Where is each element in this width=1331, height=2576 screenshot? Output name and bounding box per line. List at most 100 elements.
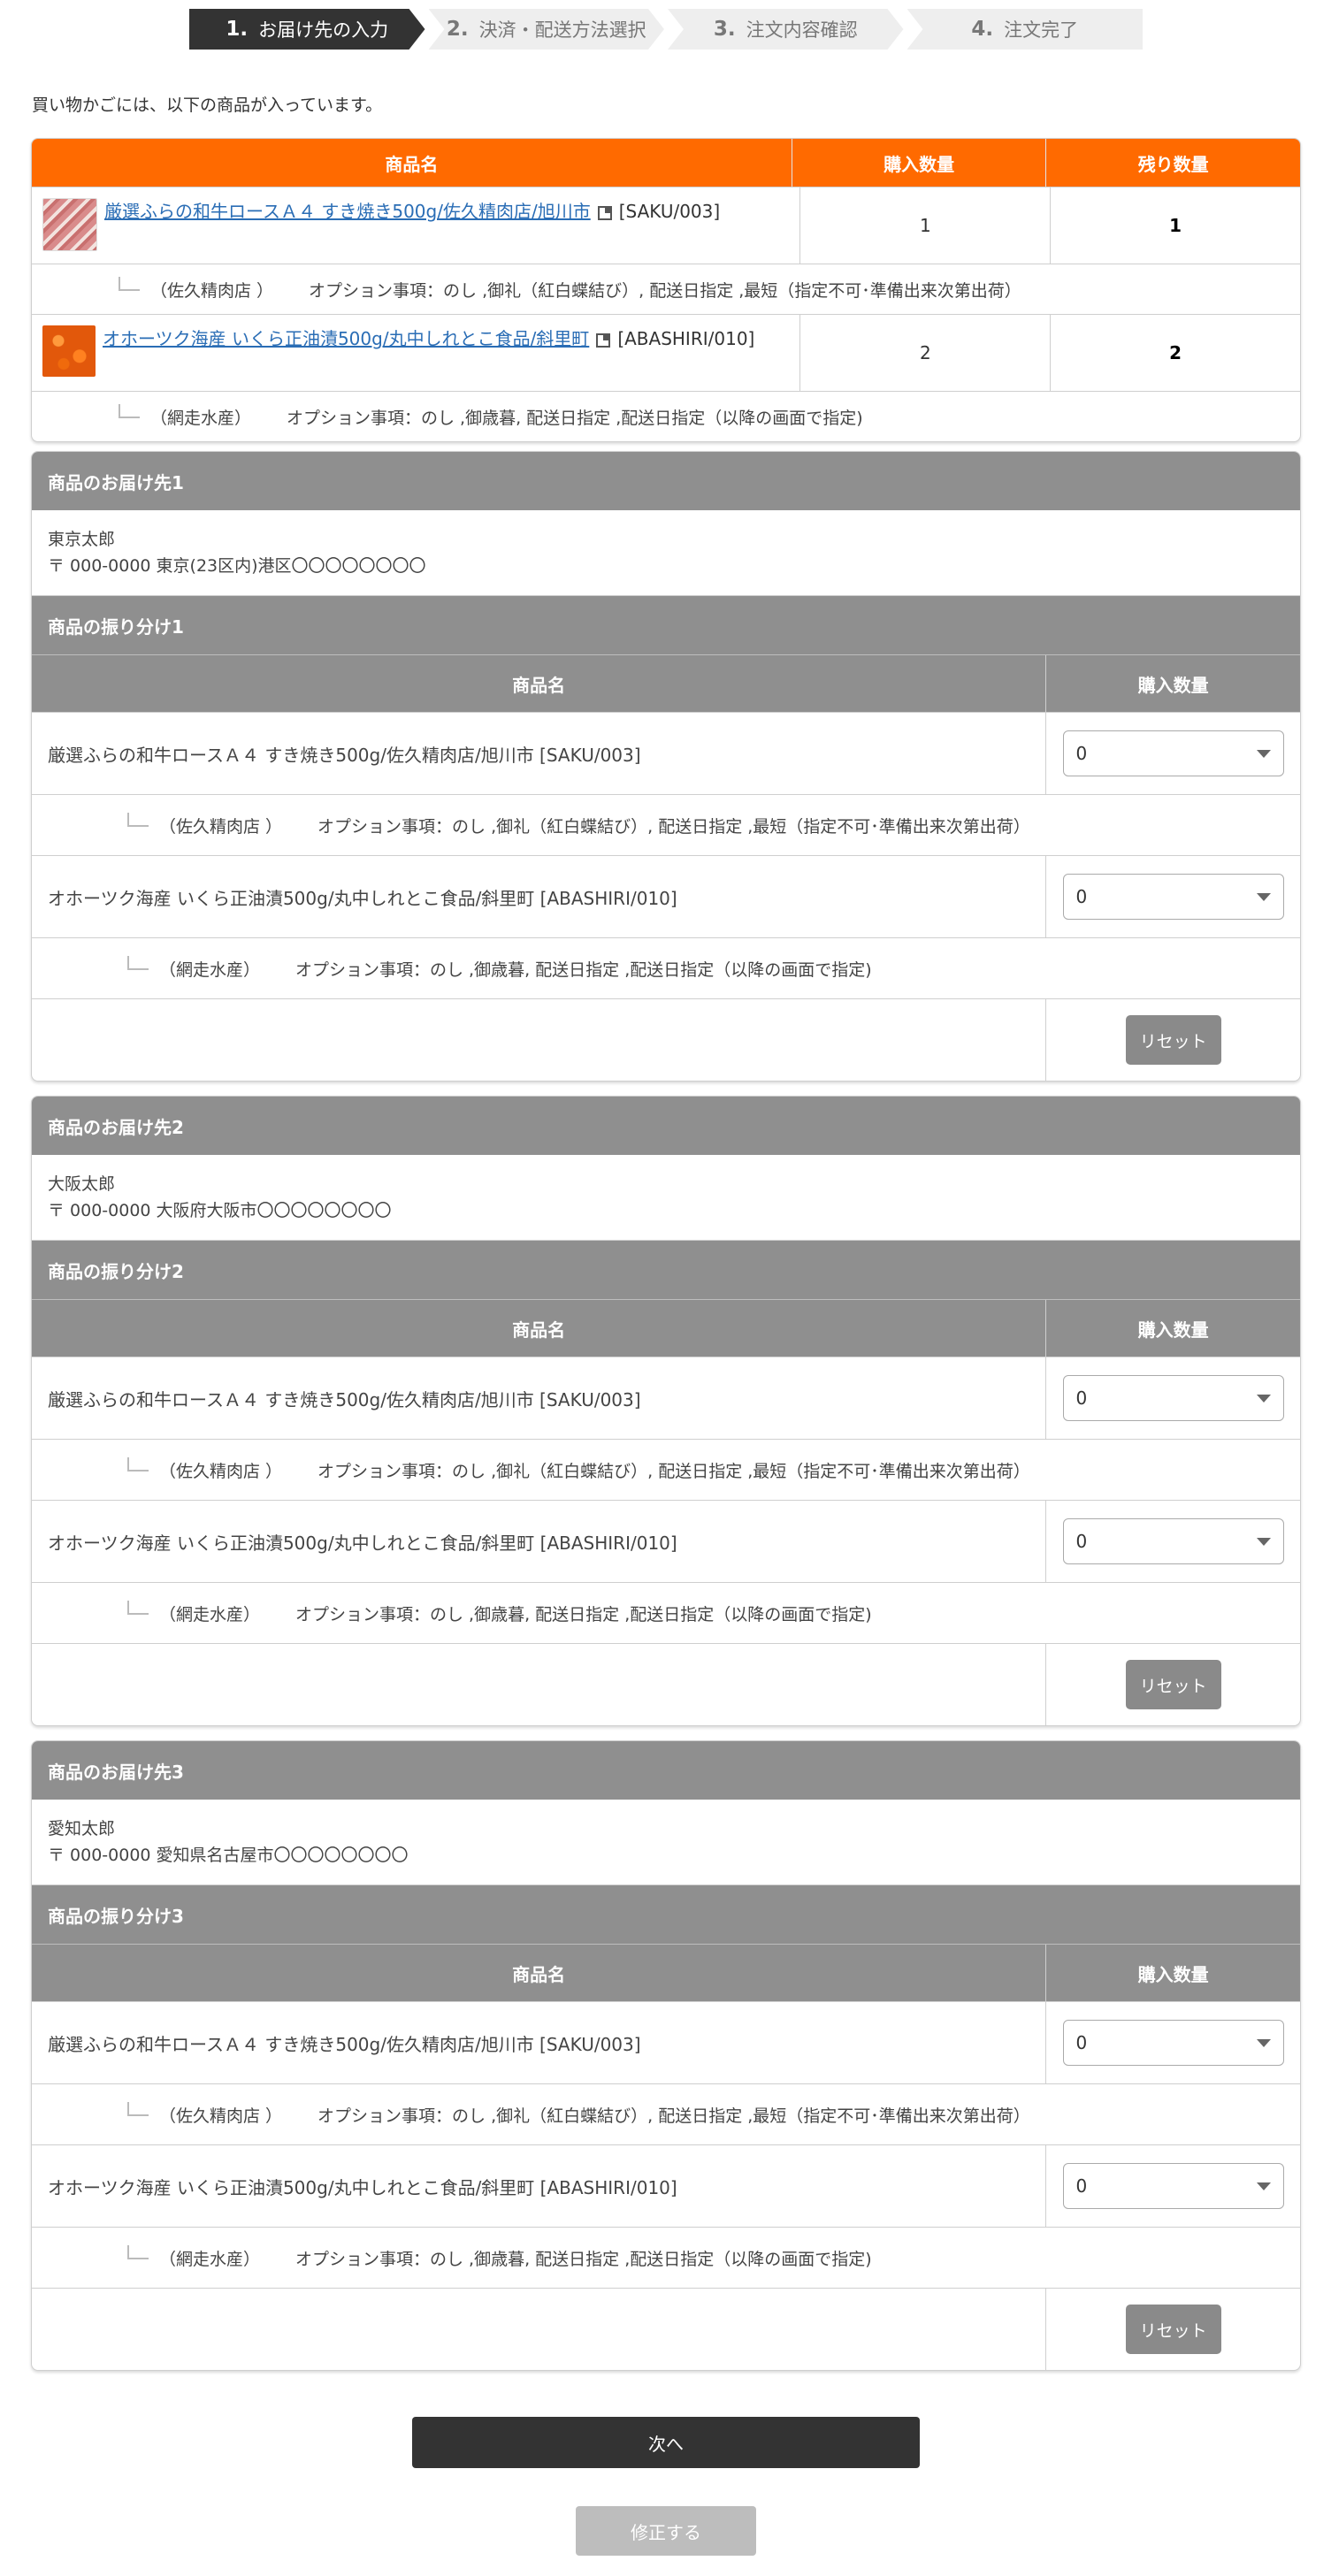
remaining-cell: 1 [1169,215,1182,236]
branch-line-icon [127,813,149,827]
shop-name: （佐久精肉店 ） [159,816,283,837]
allocation-header-row: 商品名 購入数量 [32,654,1300,712]
option-row: （網走水産） オプション事項：のし ,御歳暮, 配送日指定 ,配送日指定（以降の画… [32,2227,1300,2288]
table-row: オホーツク海産 いくら正油漬500g/丸中しれとこ食品/斜里町 [ABASHIR… [32,855,1300,937]
edit-button[interactable]: 修正する [576,2506,756,2556]
step-label: 注文内容確認 [746,19,858,41]
select-value: 0 [1075,2032,1088,2053]
option-row: （網走水産） オプション事項：のし ,御歳暮, 配送日指定 ,配送日指定（以降の… [32,391,1300,441]
quantity-select[interactable]: 0 [1062,1518,1284,1564]
external-link-icon[interactable] [597,205,612,220]
shop-name: （佐久精肉店 ） [159,1461,283,1481]
product-link[interactable]: オホーツク海産 いくら正油漬500g/丸中しれとこ食品/斜里町 [103,328,589,349]
option-text: オプション事項：のし ,御歳暮, 配送日指定 ,配送日指定（以降の画面で指定) [295,2249,872,2269]
chevron-down-icon [1256,1394,1271,1403]
option-row: （佐久精肉店 ） オプション事項：のし ,御礼（紅白蝶結び）, 配送日指定 ,最短… [32,2083,1300,2144]
product-name: オホーツク海産 いくら正油漬500g/丸中しれとこ食品/斜里町 [ABASHIR… [32,1501,1046,1582]
allocation-title: 商品の振り分け1 [32,596,1300,654]
shop-name: （佐久精肉店 ） [159,2106,283,2126]
col-header-qty: 購入数量 [1137,1319,1209,1341]
reset-button[interactable]: リセット [1125,1015,1221,1065]
cart-header-row: 商品名 購入数量 残り数量 [32,139,1300,187]
quantity-select[interactable]: 0 [1062,874,1284,920]
select-value: 0 [1075,886,1088,907]
chevron-down-icon [1256,2038,1271,2047]
select-value: 0 [1075,743,1088,764]
product-cell: 厳選ふらの和牛ロースＡ４ すき焼き500g/佐久精肉店/旭川市 [SAKU/003… [32,187,801,264]
allocation-title: 商品の振り分け2 [32,1241,1300,1299]
cart-intro-text: 買い物かごには、以下の商品が入っています。 [32,96,383,115]
quantity-select[interactable]: 0 [1062,2163,1284,2209]
shop-name: （網走水産） [159,2249,261,2269]
destination-address: 大阪太郎 〒 000-0000 大阪府大阪市〇〇〇〇〇〇〇〇 [32,1155,1300,1241]
col-header-product: 商品名 [32,1300,1047,1357]
option-text: オプション事項：のし ,御礼（紅白蝶結び）, 配送日指定 ,最短（指定不可･準備… [317,816,1030,837]
select-value: 0 [1075,2175,1088,2197]
option-text: オプション事項：のし ,御歳暮, 配送日指定 ,配送日指定（以降の画面で指定) [295,1604,872,1624]
step-1: 1. お届け先の入力 [189,9,425,50]
select-value: 0 [1075,1387,1088,1409]
table-row: オホーツク海産 いくら正油漬500g/丸中しれとこ食品/斜里町 [ABASHIR… [32,2144,1300,2227]
reset-button[interactable]: リセット [1125,1660,1221,1709]
recipient-name: 大阪太郎 [48,1174,116,1194]
destination-block-2: 商品のお届け先2 大阪太郎 〒 000-0000 大阪府大阪市〇〇〇〇〇〇〇〇 … [31,1096,1301,1726]
qty-cell: 1 [800,187,1052,264]
shop-name: （網走水産） [159,959,261,980]
col-header-qty: 購入数量 [1137,674,1209,696]
product-cell: オホーツク海産 いくら正油漬500g/丸中しれとこ食品/斜里町 [ABASHIRI… [32,315,801,391]
reset-button[interactable]: リセット [1125,2305,1221,2354]
external-link-icon[interactable] [596,333,611,348]
remaining-cell: 2 [1169,342,1182,363]
step-label: お届け先の入力 [258,19,389,41]
product-link[interactable]: 厳選ふらの和牛ロースＡ４ すき焼き500g/佐久精肉店/旭川市 [104,201,591,222]
next-button[interactable]: 次へ [412,2417,920,2468]
destination-title: 商品のお届け先3 [32,1741,1300,1800]
step-number: 4. [971,18,994,41]
destination-address: 東京太郎 〒 000-0000 東京(23区内)港区〇〇〇〇〇〇〇〇 [32,510,1300,596]
checkout-steps: 1. お届け先の入力 2. 決済・配送方法選択 3. 注文内容確認 4. 注文完了 [189,9,1143,50]
quantity-select[interactable]: 0 [1062,1375,1284,1421]
branch-line-icon [119,404,140,418]
table-row: 厳選ふらの和牛ロースＡ４ すき焼き500g/佐久精肉店/旭川市 [SAKU/003… [32,187,1300,264]
destination-block-1: 商品のお届け先1 東京太郎 〒 000-0000 東京(23区内)港区〇〇〇〇〇… [31,451,1301,1082]
col-header-product: 商品名 [32,655,1047,712]
destination-title: 商品のお届け先2 [32,1097,1300,1155]
step-2: 2. 決済・配送方法選択 [429,9,665,50]
table-row: オホーツク海産 いくら正油漬500g/丸中しれとこ食品/斜里町 [ABASHIRI… [32,314,1300,391]
step-label: 注文完了 [1004,19,1079,41]
col-header-product: 商品名 [32,1945,1047,2001]
step-number: 2. [446,18,469,41]
quantity-select[interactable]: 0 [1062,2020,1284,2066]
destination-title: 商品のお届け先1 [32,452,1300,510]
product-thumbnail[interactable] [42,325,96,377]
step-label: 決済・配送方法選択 [478,19,646,41]
option-text: オプション事項：のし ,御礼（紅白蝶結び）, 配送日指定 ,最短（指定不可･準備… [309,280,1021,301]
destination-address: 愛知太郎 〒 000-0000 愛知県名古屋市〇〇〇〇〇〇〇〇 [32,1800,1300,1885]
option-text: オプション事項：のし ,御歳暮, 配送日指定 ,配送日指定（以降の画面で指定) [287,408,863,428]
quantity-select[interactable]: 0 [1062,730,1284,776]
select-value: 0 [1075,1531,1088,1552]
step-3: 3. 注文内容確認 [668,9,904,50]
shop-name: （佐久精肉店 ） [150,280,274,301]
table-row: 厳選ふらの和牛ロースＡ４ すき焼き500g/佐久精肉店/旭川市 [SAKU/00… [32,1357,1300,1439]
reset-row: リセット [32,1643,1300,1725]
option-row: （佐久精肉店 ） オプション事項：のし ,御礼（紅白蝶結び）, 配送日指定 ,最短… [32,1439,1300,1500]
option-row: （佐久精肉店 ） オプション事項：のし ,御礼（紅白蝶結び）, 配送日指定 ,最… [32,264,1300,314]
table-row: オホーツク海産 いくら正油漬500g/丸中しれとこ食品/斜里町 [ABASHIR… [32,1500,1300,1582]
recipient-name: 東京太郎 [48,530,116,549]
allocation-title: 商品の振り分け3 [32,1885,1300,1944]
qty-cell: 2 [800,315,1052,391]
chevron-down-icon [1256,1537,1271,1546]
recipient-name: 愛知太郎 [48,1819,116,1838]
chevron-down-icon [1256,749,1271,758]
option-row: （佐久精肉店 ） オプション事項：のし ,御礼（紅白蝶結び）, 配送日指定 ,最短… [32,794,1300,855]
step-4: 4. 注文完了 [906,9,1143,50]
col-header-qty: 購入数量 [792,139,1047,187]
postal-address: 〒 000-0000 愛知県名古屋市〇〇〇〇〇〇〇〇 [48,1846,409,1865]
allocation-header-row: 商品名 購入数量 [32,1944,1300,2001]
product-code: [SAKU/003] [618,201,721,222]
option-text: オプション事項：のし ,御歳暮, 配送日指定 ,配送日指定（以降の画面で指定) [295,959,872,980]
product-code: [ABASHIRI/010] [617,328,755,349]
table-row: 厳選ふらの和牛ロースＡ４ すき焼き500g/佐久精肉店/旭川市 [SAKU/00… [32,2001,1300,2083]
product-thumbnail[interactable] [42,198,97,251]
